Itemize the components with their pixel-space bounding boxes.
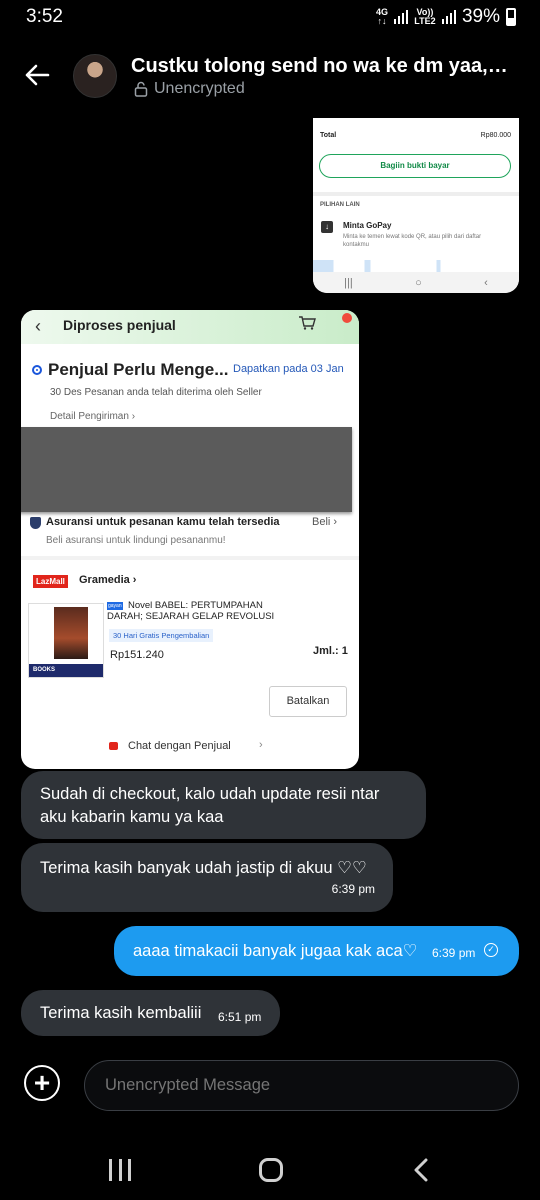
message-outgoing[interactable]: aaaa timakacii banyak jugaa kak aca♡ 6:3… <box>114 926 519 976</box>
product-price: Rp151.240 <box>110 649 164 661</box>
lazmall-badge: LazMall <box>33 575 68 588</box>
divider <box>21 556 359 560</box>
product-thumbnail: BOOKS <box>28 603 104 678</box>
unlock-icon <box>134 81 148 97</box>
product-name: Novel BABEL: PERTUMPAHAN DARAH; SEJARAH … <box>107 600 275 622</box>
status-icons: 4G ↑↓ Vo)) LTE2 39% <box>376 6 516 28</box>
total-value: Rp80.000 <box>480 132 511 139</box>
signal-icon <box>393 10 408 24</box>
message-text: aaaa timakacii banyak jugaa kak aca♡ <box>133 942 418 960</box>
status-dot-icon <box>32 365 42 375</box>
shared-image-order[interactable]: ‹ Diproses penjual Penjual Perlu Menge..… <box>21 310 359 769</box>
home-icon[interactable] <box>259 1158 283 1182</box>
order-status-line: 30 Des Pesanan anda telah diterima oleh … <box>50 387 262 398</box>
chat-icon <box>109 742 118 750</box>
cart-icon <box>299 316 316 330</box>
sent-check-icon: ✓ <box>484 943 498 957</box>
redacted-address-block <box>21 427 352 512</box>
message-incoming[interactable]: Sudah di checkout, kalo udah update resi… <box>21 771 426 839</box>
message-text: Sudah di checkout, kalo udah update resi… <box>40 785 380 826</box>
shield-icon <box>30 517 41 529</box>
book-cover-label: BOOKS <box>29 664 103 677</box>
back-arrow-icon[interactable] <box>22 60 52 90</box>
insurance-subtitle: Beli asuransi untuk lindungi pesananmu! <box>46 535 226 546</box>
gopay-option-desc: Minta ke temen lewat kode QR, atau pilih… <box>343 234 482 248</box>
message-time: 6:51 pm <box>218 1010 262 1024</box>
message-text: Terima kasih banyak udah jastip di akuu … <box>40 859 367 877</box>
chat-seller-link: Chat dengan Penjual <box>128 740 231 752</box>
status-time: 3:52 <box>26 6 63 27</box>
other-options-label: PILIHAN LAIN <box>320 202 360 208</box>
phone-nav-bar: ||| ○ ‹ <box>313 272 519 293</box>
cart-badge <box>342 313 352 323</box>
message-input[interactable] <box>84 1060 519 1111</box>
cancel-order-button: Batalkan <box>269 686 347 717</box>
order-eta: Dapatkan pada 03 Jan <box>233 363 344 375</box>
product-tag: gayan <box>107 602 123 610</box>
battery-icon <box>506 8 516 26</box>
conversation-title[interactable]: Custku tolong send no wa ke dm yaa, K… <box>131 55 511 78</box>
gopay-option-title: Minta GoPay <box>343 221 392 230</box>
back-icon: ‹ <box>484 276 488 289</box>
message-incoming[interactable]: Terima kasih banyak udah jastip di akuu … <box>21 843 393 912</box>
chevron-right-icon: › <box>259 739 263 751</box>
encryption-label: Unencrypted <box>154 80 245 97</box>
shipping-detail-link: Detail Pengiriman › <box>50 411 136 422</box>
network-4g: 4G ↑↓ <box>375 7 388 26</box>
message-incoming[interactable]: Terima kasih kembaliii 6:51 pm <box>21 990 280 1036</box>
insurance-title: Asuransi untuk pesanan kamu telah tersed… <box>46 516 280 528</box>
back-icon[interactable] <box>410 1158 432 1182</box>
battery-percent: 39% <box>461 6 500 27</box>
order-status-headline: Penjual Perlu Menge... <box>48 360 229 379</box>
total-label: Total <box>320 132 337 139</box>
share-proof-button: Bagiin bukti bayar <box>319 154 511 178</box>
shared-image-payment[interactable]: Total Rp80.000 Bagiin bukti bayar PILIHA… <box>313 118 519 293</box>
add-attachment-icon[interactable]: + <box>24 1065 60 1101</box>
recents-icon[interactable] <box>109 1159 131 1181</box>
order-back-icon: ‹ <box>35 316 41 336</box>
home-icon: ○ <box>415 276 422 289</box>
message-time: 6:39 pm <box>331 882 375 896</box>
encryption-status: Unencrypted <box>134 80 245 98</box>
signal-icon-2 <box>441 10 456 24</box>
return-badge: 30 Hari Gratis Pengembalian <box>109 629 214 642</box>
insurance-buy-link: Beli › <box>312 516 338 528</box>
store-name: Gramedia › <box>79 574 137 586</box>
message-time: 6:39 pm <box>432 946 476 960</box>
network-volte: Vo)) LTE2 <box>414 7 436 26</box>
book-cover <box>54 607 88 659</box>
avatar[interactable] <box>73 54 117 98</box>
product-quantity: Jml.: 1 <box>313 645 348 657</box>
download-icon: ↓ <box>321 221 333 233</box>
recents-icon: ||| <box>344 276 353 289</box>
divider <box>313 192 519 196</box>
order-header-title: Diproses penjual <box>63 317 176 333</box>
message-text: Terima kasih kembaliii <box>40 1004 202 1022</box>
decorative-wave <box>313 260 519 272</box>
